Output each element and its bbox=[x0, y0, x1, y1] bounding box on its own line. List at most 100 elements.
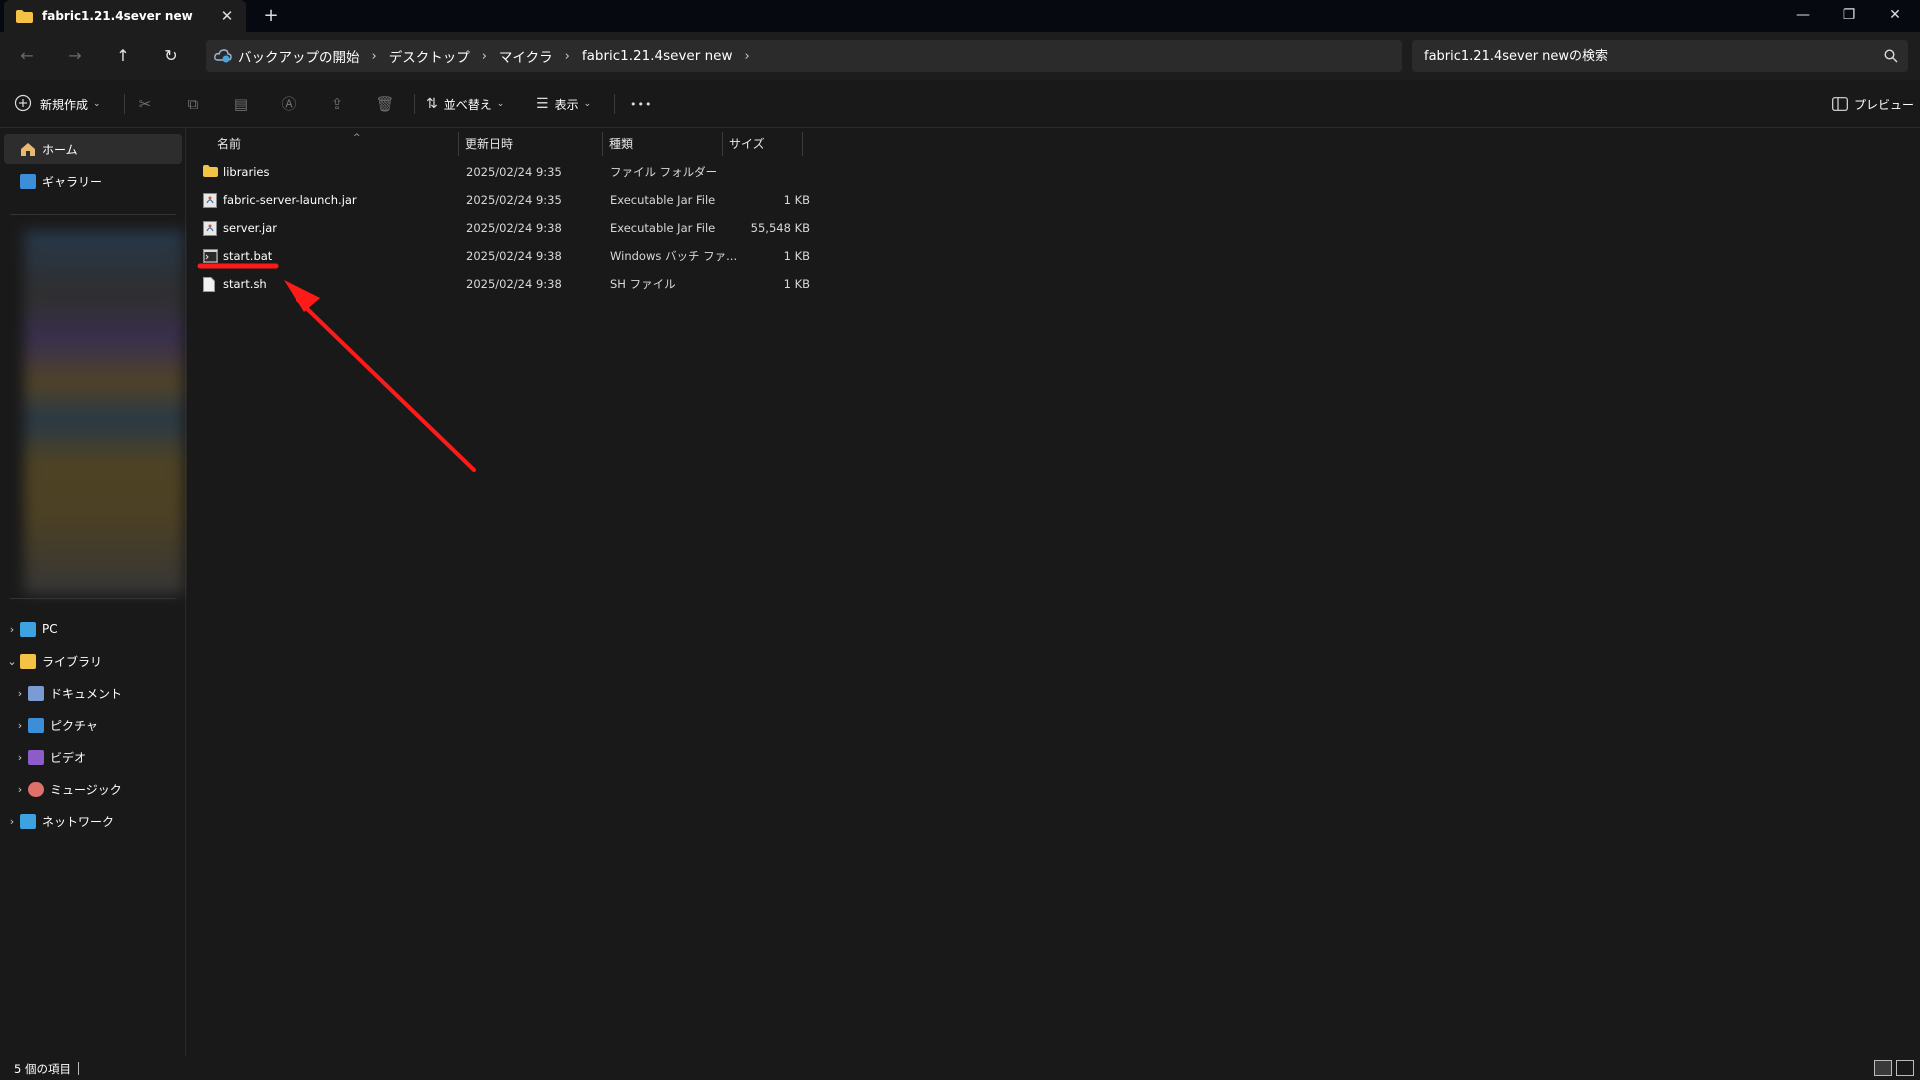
sidebar-item-home[interactable]: ホーム bbox=[4, 134, 182, 164]
sidebar-item-pictures[interactable]: › ピクチャ bbox=[12, 710, 182, 740]
sidebar-item-label: ネットワーク bbox=[42, 814, 115, 829]
chevron-right-icon[interactable]: › bbox=[4, 623, 20, 636]
rename-icon: Ⓐ bbox=[281, 95, 297, 113]
sidebar-item-network[interactable]: › ネットワーク bbox=[4, 806, 182, 836]
search-input[interactable] bbox=[1412, 40, 1872, 72]
file-name[interactable]: start.bat bbox=[223, 242, 272, 270]
sidebar-item-label: ギャラリー bbox=[42, 174, 103, 189]
chevron-right-icon[interactable]: › bbox=[12, 687, 28, 700]
new-tab-button[interactable]: + bbox=[261, 7, 281, 25]
sidebar-divider bbox=[10, 598, 176, 599]
sidebar-item-label: PC bbox=[42, 622, 58, 636]
column-header-name[interactable]: 名前 ^ bbox=[211, 132, 459, 156]
sidebar-item-label: ビデオ bbox=[50, 750, 87, 765]
forward-button[interactable]: → bbox=[60, 42, 90, 70]
chevron-right-icon[interactable]: › bbox=[12, 719, 28, 732]
minimize-button[interactable]: — bbox=[1780, 0, 1826, 30]
view-button[interactable]: ☰ 表示 ⌄ bbox=[536, 90, 591, 118]
sidebar-item-documents[interactable]: › ドキュメント bbox=[12, 678, 182, 708]
file-date: 2025/02/24 9:35 bbox=[466, 193, 562, 207]
pc-icon bbox=[20, 621, 36, 637]
file-name[interactable]: start.sh bbox=[223, 270, 267, 298]
sort-button[interactable]: ⇅ 並べ替え ⌄ bbox=[426, 90, 504, 118]
breadcrumb-item-backup[interactable]: バックアップの開始 bbox=[232, 46, 366, 66]
chevron-right-icon[interactable]: › bbox=[476, 49, 493, 64]
file-date: 2025/02/24 9:38 bbox=[466, 277, 562, 291]
breadcrumb-item-maikura[interactable]: マイクラ bbox=[493, 46, 559, 66]
file-size bbox=[730, 158, 810, 186]
back-button[interactable]: ← bbox=[12, 42, 42, 70]
paste-button[interactable]: ▤ bbox=[226, 90, 256, 118]
chevron-right-icon[interactable]: › bbox=[12, 783, 28, 796]
column-header-size[interactable]: サイズ bbox=[723, 132, 803, 156]
sidebar-item-gallery[interactable]: ギャラリー bbox=[4, 166, 182, 196]
share-button[interactable]: ⇪ bbox=[322, 90, 352, 118]
file-icon bbox=[203, 277, 218, 292]
bat-file-icon bbox=[203, 249, 218, 263]
breadcrumb[interactable]: バックアップの開始 › デスクトップ › マイクラ › fabric1.21.4… bbox=[206, 40, 1402, 72]
file-date: 2025/02/24 9:35 bbox=[466, 165, 562, 179]
jar-file-icon bbox=[203, 221, 218, 236]
chevron-down-icon[interactable]: ⌄ bbox=[4, 655, 20, 668]
video-icon bbox=[28, 749, 44, 765]
table-row[interactable]: start.sh 2025/02/24 9:38 SH ファイル 1 KB bbox=[201, 270, 991, 298]
navigation-pane: ホーム ギャラリー › PC ⌄ ライブラリ › ドキュメント › ピクチャ ›… bbox=[0, 128, 186, 1056]
sidebar-item-library[interactable]: ⌄ ライブラリ bbox=[4, 646, 182, 676]
column-header-date[interactable]: 更新日時 bbox=[459, 132, 603, 156]
table-row[interactable]: fabric-server-launch.jar 2025/02/24 9:35… bbox=[201, 186, 991, 214]
file-size: 1 KB bbox=[783, 249, 810, 263]
column-header-label: 種類 bbox=[609, 137, 634, 151]
close-button[interactable]: ✕ bbox=[1872, 0, 1918, 30]
column-header-type[interactable]: 種類 bbox=[603, 132, 723, 156]
sidebar-item-label: ホーム bbox=[42, 142, 78, 157]
gallery-icon bbox=[20, 173, 36, 189]
document-icon bbox=[28, 685, 44, 701]
chevron-right-icon[interactable]: › bbox=[4, 815, 20, 828]
backup-cloud-icon bbox=[214, 48, 232, 64]
file-name[interactable]: server.jar bbox=[223, 214, 277, 242]
home-icon bbox=[20, 142, 36, 157]
chevron-right-icon[interactable]: › bbox=[12, 751, 28, 764]
blurred-pinned-items bbox=[24, 230, 184, 594]
sidebar-divider bbox=[10, 214, 176, 215]
file-name[interactable]: libraries bbox=[223, 158, 269, 186]
search-box[interactable] bbox=[1412, 40, 1908, 72]
up-button[interactable]: ↑ bbox=[108, 42, 138, 70]
column-header-label: サイズ bbox=[729, 137, 765, 151]
file-size: 55,548 KB bbox=[750, 221, 810, 235]
table-row[interactable]: server.jar 2025/02/24 9:38 Executable Ja… bbox=[201, 214, 991, 242]
table-row[interactable]: libraries 2025/02/24 9:35 ファイル フォルダー bbox=[201, 158, 991, 186]
large-icons-view-icon[interactable] bbox=[1896, 1060, 1914, 1076]
chevron-right-icon[interactable]: › bbox=[559, 49, 576, 64]
more-options-button[interactable]: ••• bbox=[630, 90, 652, 118]
refresh-button[interactable]: ↻ bbox=[156, 42, 186, 70]
chevron-right-icon[interactable]: › bbox=[738, 49, 755, 64]
preview-button[interactable]: プレビュー bbox=[1832, 90, 1914, 118]
new-button[interactable]: 新規作成 ⌄ bbox=[14, 90, 101, 118]
search-icon[interactable] bbox=[1884, 49, 1898, 63]
maximize-button[interactable]: ❐ bbox=[1826, 0, 1872, 30]
breadcrumb-item-current[interactable]: fabric1.21.4sever new bbox=[576, 48, 739, 64]
chevron-right-icon[interactable]: › bbox=[366, 49, 383, 64]
sidebar-item-music[interactable]: › ミュージック bbox=[12, 774, 182, 804]
file-size: 1 KB bbox=[783, 193, 810, 207]
tab-close-icon[interactable]: ✕ bbox=[218, 7, 236, 25]
toolbar-divider bbox=[414, 94, 415, 114]
delete-button[interactable]: 🗑 bbox=[370, 90, 400, 118]
jar-file-icon bbox=[203, 193, 218, 208]
copy-button[interactable]: ⧉ bbox=[178, 90, 208, 118]
rename-button[interactable]: Ⓐ bbox=[274, 90, 304, 118]
file-type: Executable Jar File bbox=[610, 193, 716, 207]
sidebar-item-pc[interactable]: › PC bbox=[4, 614, 182, 644]
breadcrumb-item-desktop[interactable]: デスクトップ bbox=[383, 46, 476, 66]
sidebar-item-videos[interactable]: › ビデオ bbox=[12, 742, 182, 772]
cut-button[interactable]: ✂ bbox=[130, 90, 160, 118]
table-row[interactable]: start.bat 2025/02/24 9:38 Windows バッチ ファ… bbox=[201, 242, 991, 270]
network-icon bbox=[20, 813, 36, 829]
sidebar-item-label: ピクチャ bbox=[50, 718, 98, 733]
details-view-icon[interactable] bbox=[1874, 1060, 1892, 1076]
window-tab[interactable]: fabric1.21.4sever new ✕ bbox=[4, 0, 246, 32]
toolbar-divider bbox=[124, 94, 125, 114]
command-bar: 新規作成 ⌄ ✂ ⧉ ▤ Ⓐ ⇪ 🗑 ⇅ 並べ替え ⌄ ☰ 表示 ⌄ ••• プ… bbox=[0, 80, 1920, 128]
file-name[interactable]: fabric-server-launch.jar bbox=[223, 186, 357, 214]
